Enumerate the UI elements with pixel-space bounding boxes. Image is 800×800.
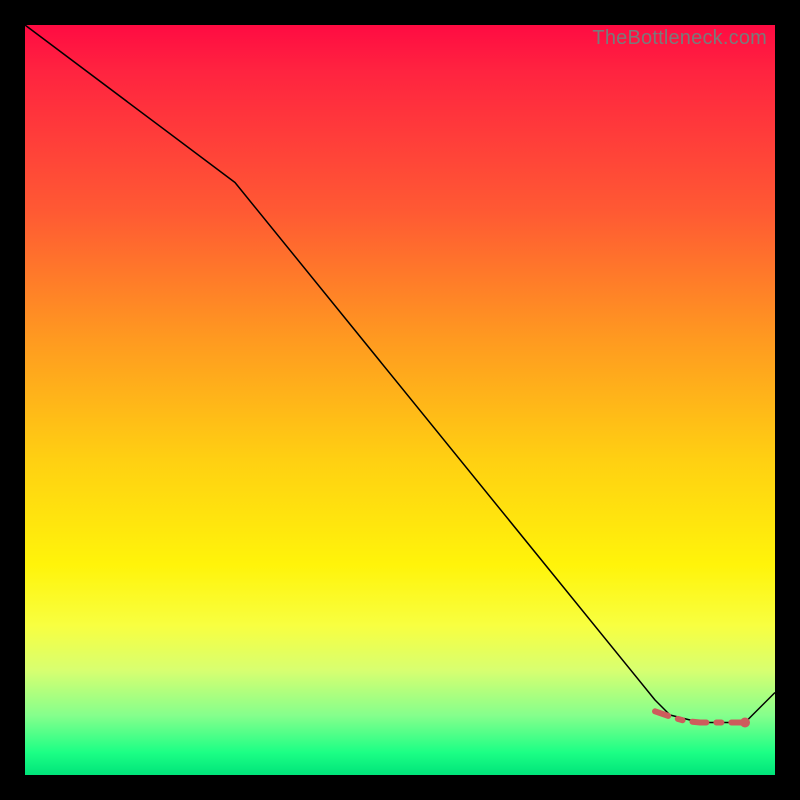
chart-svg (25, 25, 775, 775)
valley-dash-path (655, 711, 745, 722)
plot-area: TheBottleneck.com (25, 25, 775, 775)
valley-dot (740, 718, 750, 728)
chart-frame: TheBottleneck.com (0, 0, 800, 800)
curve-path (25, 25, 775, 723)
